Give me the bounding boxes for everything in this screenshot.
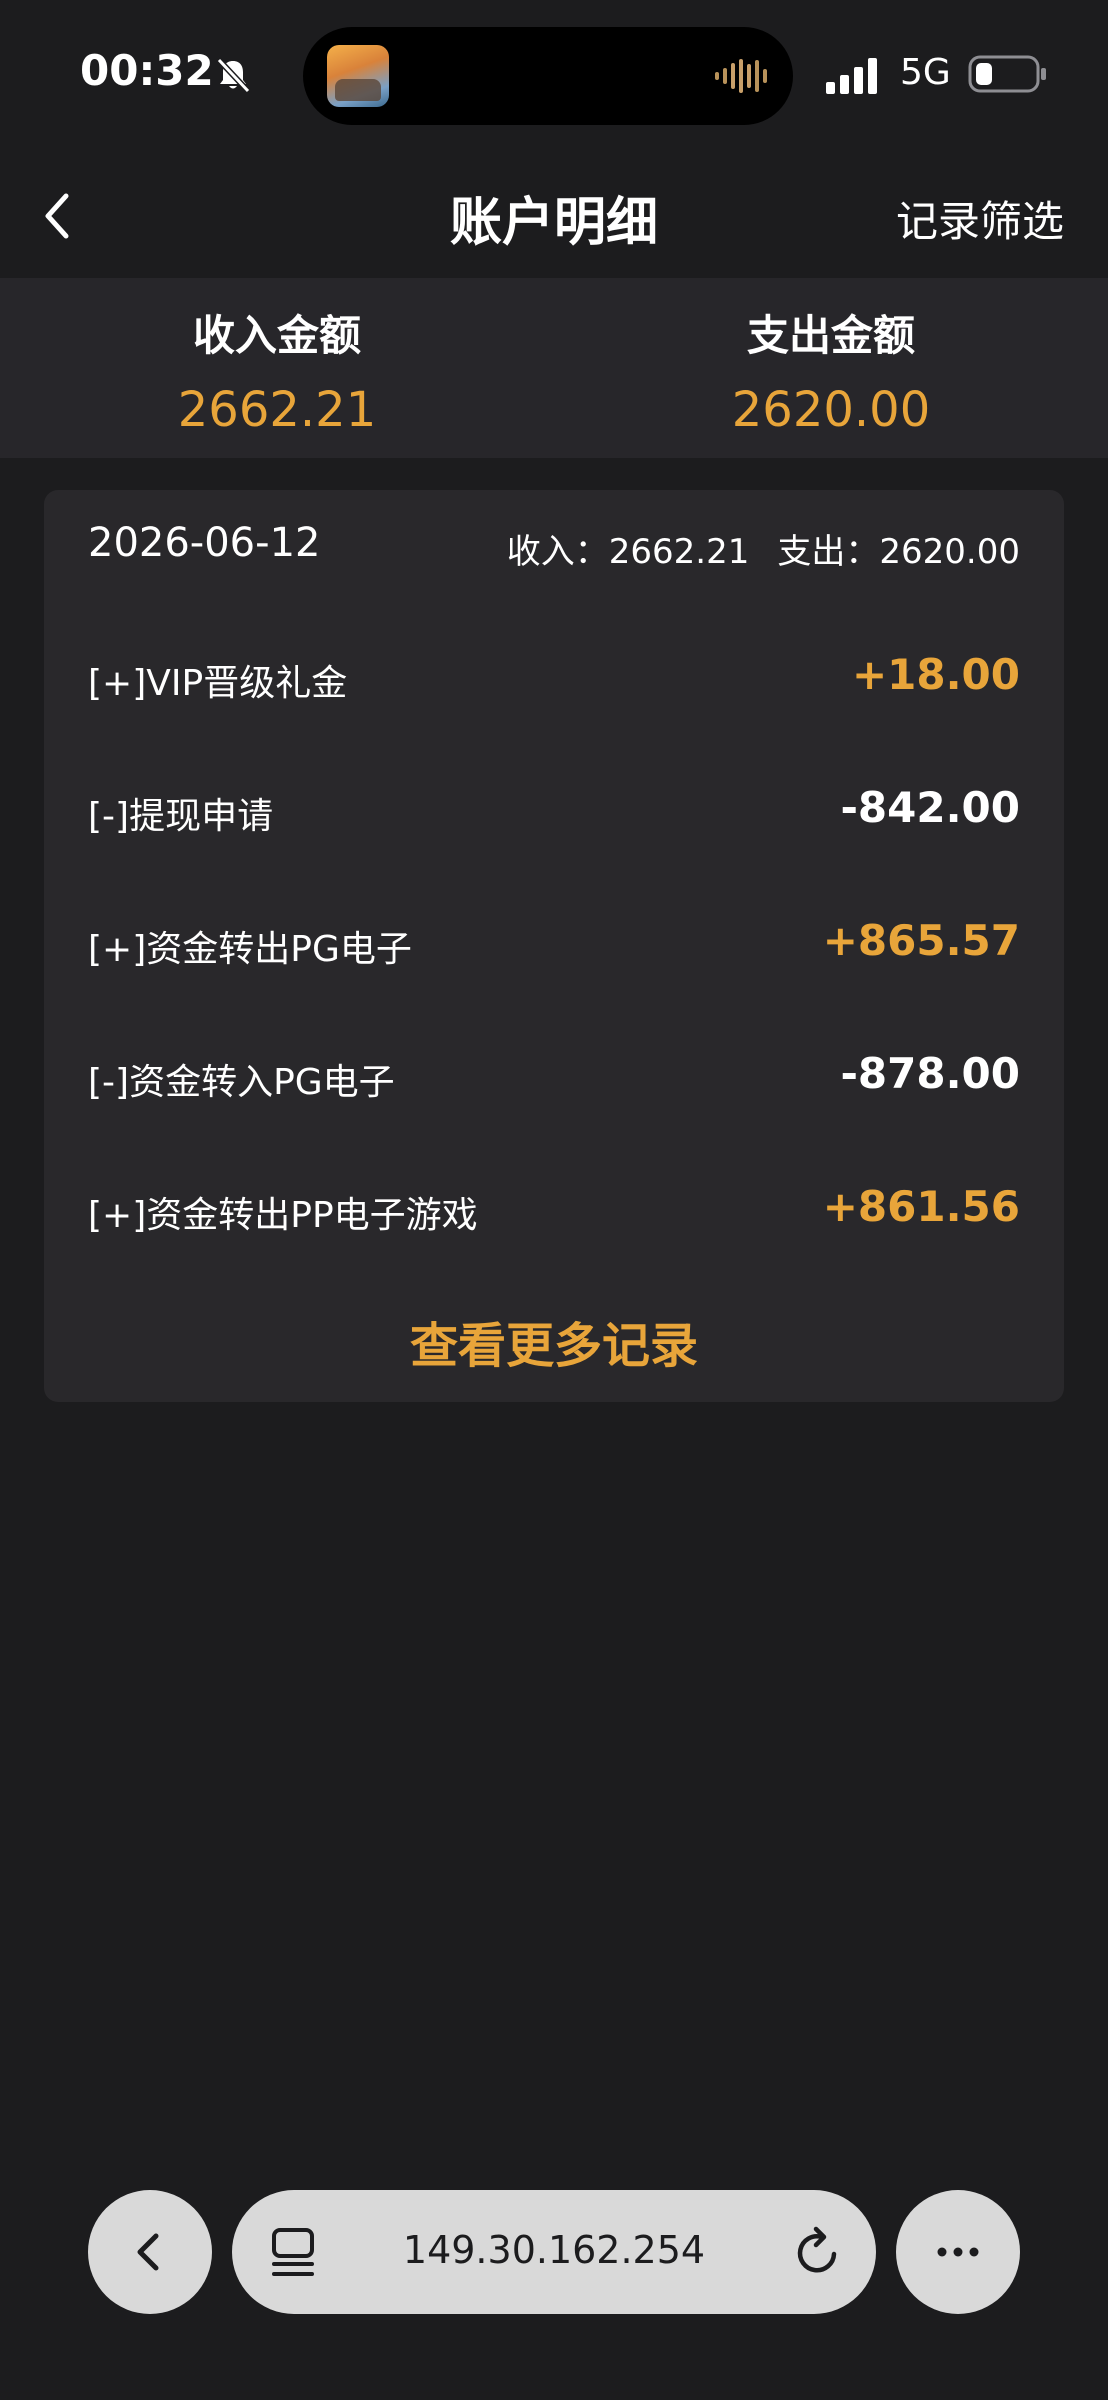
- record-amount: +865.57: [822, 916, 1020, 965]
- expense-label: 支出金额: [746, 311, 915, 360]
- records-card: 2026-06-12 收入：2662.21 支出：2620.00 [+]VIP晋级…: [44, 490, 1064, 1402]
- status-time: 00:32: [80, 46, 214, 95]
- record-date: 2026-06-12: [88, 520, 321, 566]
- record-amount: +861.56: [822, 1182, 1020, 1231]
- day-income-total: 收入：2662.21: [506, 532, 750, 572]
- record-label: [+]资金转出PG电子: [88, 929, 412, 970]
- now-playing-artwork: [327, 45, 389, 107]
- income-value: 2662.21: [177, 382, 377, 438]
- record-amount: -878.00: [840, 1049, 1020, 1098]
- waveform-icon: [715, 59, 767, 93]
- day-totals: 收入：2662.21 支出：2620.00: [507, 524, 1020, 573]
- expense-summary: 支出金额 2620.00: [554, 308, 1108, 442]
- url-text[interactable]: 149.30.162.254: [232, 2228, 876, 2272]
- record-row[interactable]: [-]资金转入PG电子 -878.00: [88, 1045, 1020, 1105]
- record-label: [+]VIP晋级礼金: [88, 663, 348, 704]
- network-label: 5G: [900, 52, 951, 93]
- browser-toolbar: 149.30.162.254: [0, 2180, 1108, 2330]
- record-filter-button[interactable]: 记录筛选: [896, 188, 1064, 249]
- reload-icon[interactable]: [792, 2224, 844, 2280]
- address-bar[interactable]: 149.30.162.254: [232, 2190, 876, 2314]
- record-row[interactable]: [-]提现申请 -842.00: [88, 779, 1020, 839]
- more-icon: [937, 2247, 979, 2257]
- view-more-records-button[interactable]: 查看更多记录: [44, 1306, 1064, 1376]
- expense-value: 2620.00: [731, 382, 931, 438]
- bell-slash-icon: [216, 57, 251, 94]
- record-row[interactable]: [+]VIP晋级礼金 +18.00: [88, 646, 1020, 706]
- nav-bar: 账户明细 记录筛选: [0, 150, 1108, 278]
- day-expense-total: 支出：2620.00: [777, 532, 1020, 572]
- record-amount: -842.00: [840, 783, 1020, 832]
- signal-icon: [826, 58, 877, 94]
- status-bar: 00:32 5G: [0, 0, 1108, 150]
- record-label: [+]资金转出PP电子游戏: [88, 1195, 478, 1236]
- dynamic-island[interactable]: [303, 27, 793, 125]
- record-label: [-]资金转入PG电子: [88, 1062, 395, 1103]
- record-row[interactable]: [+]资金转出PG电子 +865.57: [88, 912, 1020, 972]
- browser-more-button[interactable]: [896, 2190, 1020, 2314]
- record-label: [-]提现申请: [88, 796, 274, 837]
- record-amount: +18.00: [851, 650, 1020, 699]
- battery-icon: [968, 55, 1046, 93]
- browser-back-button[interactable]: [88, 2190, 212, 2314]
- summary-panel: 收入金额 2662.21 支出金额 2620.00: [0, 278, 1108, 458]
- record-row[interactable]: [+]资金转出PP电子游戏 +861.56: [88, 1178, 1020, 1238]
- chevron-left-icon: [137, 2233, 159, 2271]
- income-label: 收入金额: [192, 311, 361, 360]
- income-summary: 收入金额 2662.21: [0, 308, 554, 442]
